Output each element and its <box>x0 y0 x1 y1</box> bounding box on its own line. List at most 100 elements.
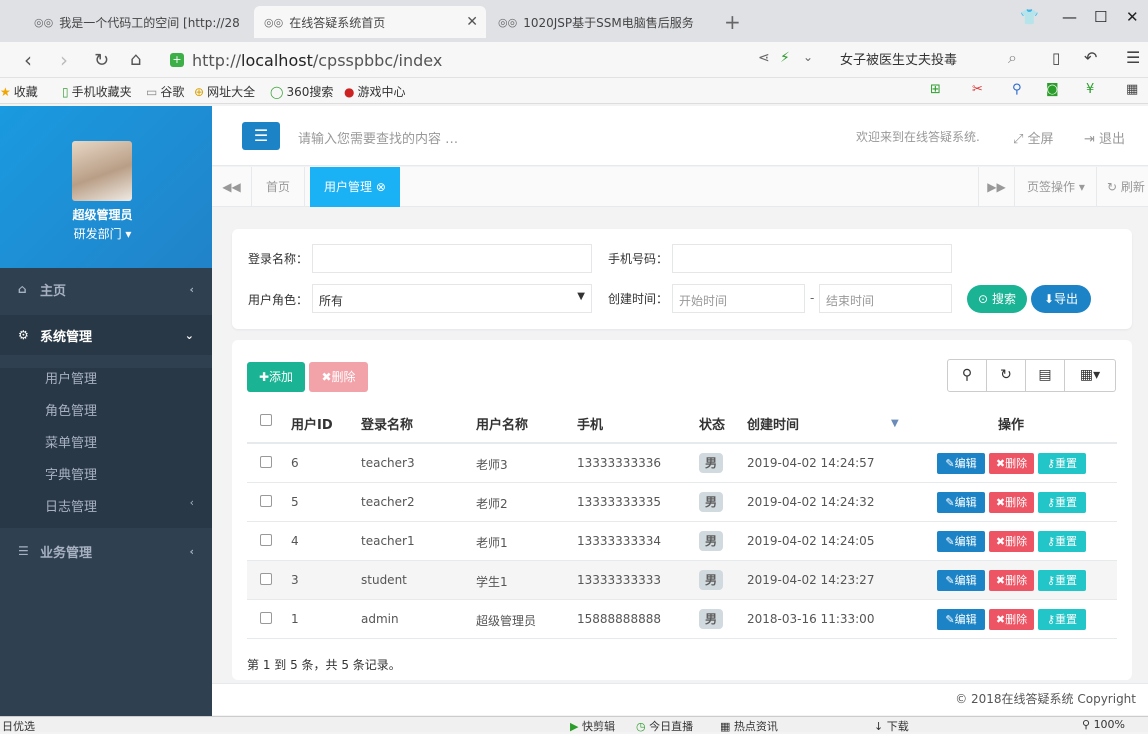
delete-row-button[interactable]: ✖删除 <box>989 531 1034 552</box>
table-row[interactable]: 3 student 学生1 13333333333 男 2019-04-02 1… <box>247 561 1117 600</box>
bookmark-sites[interactable]: ⊕ 网址大全 <box>194 83 255 100</box>
browser-tab-2[interactable]: ◎◎ 在线答疑系统首页 ✕ <box>254 6 486 38</box>
forward-icon[interactable]: › <box>60 48 68 72</box>
toggle-view-button[interactable]: ▤ <box>1025 359 1065 392</box>
global-search-input[interactable]: 请输入您需要查找的内容 … <box>298 128 458 147</box>
start-time-input[interactable]: 开始时间 <box>672 284 805 313</box>
edit-button[interactable]: ✎编辑 <box>937 570 985 591</box>
home-icon[interactable]: ⌂ <box>130 49 141 70</box>
sidebar-item-menus[interactable]: 菜单管理 <box>45 432 97 451</box>
refresh-tab-button[interactable]: ↻ 刷新 <box>1096 167 1145 207</box>
header-status[interactable]: 状态 <box>699 414 725 433</box>
sort-desc-icon[interactable]: ▼ <box>891 418 899 429</box>
edit-button[interactable]: ✎编辑 <box>937 531 985 552</box>
header-created-time[interactable]: 创建时间 <box>747 414 799 433</box>
url-field[interactable]: + http://localhost/cpsspbbc/index <box>170 47 740 73</box>
reset-password-button[interactable]: ⚷重置 <box>1038 453 1086 474</box>
magnifier-icon[interactable]: ⚲ <box>1012 82 1022 97</box>
close-window-icon[interactable]: ✕ <box>1126 8 1139 26</box>
lightning-icon[interactable]: ⚡ <box>780 50 790 66</box>
sidebar-item-logs[interactable]: 日志管理 <box>45 496 97 515</box>
browser-tab-3[interactable]: ◎◎ 1020JSP基于SSM电脑售后服务 <box>488 6 718 38</box>
header-login-name[interactable]: 登录名称 <box>361 414 413 433</box>
delete-row-button[interactable]: ✖删除 <box>989 609 1034 630</box>
yen-icon[interactable]: ¥ <box>1086 82 1094 97</box>
refresh-table-button[interactable]: ↻ <box>986 359 1026 392</box>
bookmark-google[interactable]: ▭ 谷歌 <box>146 83 184 100</box>
reload-icon[interactable]: ↻ <box>94 50 109 71</box>
role-select[interactable]: 所有 ▼ <box>312 284 592 313</box>
browser-tab-1[interactable]: ◎◎ 我是一个代码工的空间 [http://28 <box>24 6 250 38</box>
apps-icon[interactable]: ▦ <box>1126 82 1138 97</box>
delete-row-button[interactable]: ✖删除 <box>989 453 1034 474</box>
close-tab-icon[interactable]: ⊗ <box>376 180 386 194</box>
chevron-down-icon[interactable]: ⌄ <box>803 50 813 64</box>
sidebar-item-home[interactable]: ⌂ 主页 ‹ <box>0 269 212 309</box>
share-icon[interactable]: ⋖ <box>758 50 770 66</box>
edit-button[interactable]: ✎编辑 <box>937 609 985 630</box>
toggle-search-button[interactable]: ⚲ <box>947 359 987 392</box>
avatar[interactable] <box>72 141 132 201</box>
department-dropdown[interactable]: 研发部门 ▾ <box>0 225 205 242</box>
table-row[interactable]: 4 teacher1 老师1 13333333334 男 2019-04-02 … <box>247 522 1117 561</box>
search-suggestion[interactable]: 女子被医生丈夫投毒 <box>840 49 957 68</box>
add-button[interactable]: ✚添加 <box>247 362 305 392</box>
row-checkbox[interactable] <box>260 573 272 585</box>
bookmark-games[interactable]: ● 游戏中心 <box>344 83 406 100</box>
edit-button[interactable]: ✎编辑 <box>937 453 985 474</box>
minimize-icon[interactable]: — <box>1062 8 1077 26</box>
row-checkbox[interactable] <box>260 495 272 507</box>
row-checkbox[interactable] <box>260 534 272 546</box>
tab-home[interactable]: 首页 <box>252 167 306 207</box>
export-button[interactable]: ⬇导出 <box>1031 285 1091 313</box>
tabs-scroll-left-icon[interactable]: ◀◀ <box>212 167 252 207</box>
sidebar-item-roles[interactable]: 角色管理 <box>45 400 97 419</box>
edit-button[interactable]: ✎编辑 <box>937 492 985 513</box>
select-all-checkbox[interactable] <box>260 414 272 426</box>
columns-dropdown-button[interactable]: ▦▾ <box>1064 359 1116 392</box>
phone-input[interactable] <box>672 244 952 273</box>
delete-row-button[interactable]: ✖删除 <box>989 492 1034 513</box>
search-button[interactable]: ⊙ 搜索 <box>967 285 1027 313</box>
delete-button[interactable]: ✖删除 <box>309 362 368 392</box>
back-icon[interactable]: ‹ <box>24 48 32 72</box>
menu-icon[interactable]: ☰ <box>1126 48 1140 67</box>
close-tab-icon[interactable]: ✕ <box>466 14 478 30</box>
header-user-id[interactable]: 用户ID <box>291 414 333 433</box>
gamepad-icon[interactable]: ◙ <box>1046 82 1059 97</box>
table-row[interactable]: 5 teacher2 老师2 13333333335 男 2019-04-02 … <box>247 483 1117 522</box>
table-row[interactable]: 1 admin 超级管理员 15888888888 男 2018-03-16 1… <box>247 600 1117 639</box>
maximize-icon[interactable]: ☐ <box>1094 8 1107 26</box>
menu-toggle-button[interactable]: ☰ <box>242 122 280 150</box>
reset-password-button[interactable]: ⚷重置 <box>1038 531 1086 552</box>
bookmark-favorites[interactable]: ★ 收藏 <box>0 83 38 100</box>
shirt-skin-icon[interactable]: 👕 <box>1020 8 1039 26</box>
scissors-icon[interactable]: ✂ <box>972 82 983 97</box>
delete-row-button[interactable]: ✖删除 <box>989 570 1034 591</box>
sidebar-item-dictionary[interactable]: 字典管理 <box>45 464 97 483</box>
bookmark-360[interactable]: ◯ 360搜索 <box>270 83 333 100</box>
tabs-scroll-right-icon[interactable]: ▶▶ <box>978 167 1014 207</box>
row-checkbox[interactable] <box>260 612 272 624</box>
new-tab-icon[interactable]: + <box>724 10 741 34</box>
reset-password-button[interactable]: ⚷重置 <box>1038 492 1086 513</box>
reset-password-button[interactable]: ⚷重置 <box>1038 570 1086 591</box>
login-name-input[interactable] <box>312 244 592 273</box>
status-zoom-item[interactable]: ⚲ 100% <box>1082 718 1125 731</box>
tab-user-management[interactable]: 用户管理 ⊗ <box>310 167 400 207</box>
mobile-icon[interactable]: ▯ <box>1052 49 1060 67</box>
sidebar-item-users[interactable]: 用户管理 <box>45 368 97 387</box>
logout-button[interactable]: ⇥ 退出 <box>1084 128 1125 147</box>
tab-operations-dropdown[interactable]: 页签操作 ▾ <box>1014 167 1097 207</box>
sidebar-item-business[interactable]: ☰ 业务管理 ‹ <box>0 531 212 571</box>
row-checkbox[interactable] <box>260 456 272 468</box>
extension-add-icon[interactable]: ⊞ <box>930 82 941 97</box>
table-row[interactable]: 6 teacher3 老师3 13333333336 男 2019-04-02 … <box>247 444 1117 483</box>
search-icon[interactable]: ⌕ <box>1008 48 1017 68</box>
header-phone[interactable]: 手机 <box>577 414 603 433</box>
bookmark-mobile[interactable]: ▯ 手机收藏夹 <box>62 83 132 100</box>
header-user-name[interactable]: 用户名称 <box>476 414 528 433</box>
reset-password-button[interactable]: ⚷重置 <box>1038 609 1086 630</box>
fullscreen-button[interactable]: ⤢ 全屏 <box>1013 128 1054 147</box>
undo-icon[interactable]: ↶ <box>1084 48 1097 67</box>
